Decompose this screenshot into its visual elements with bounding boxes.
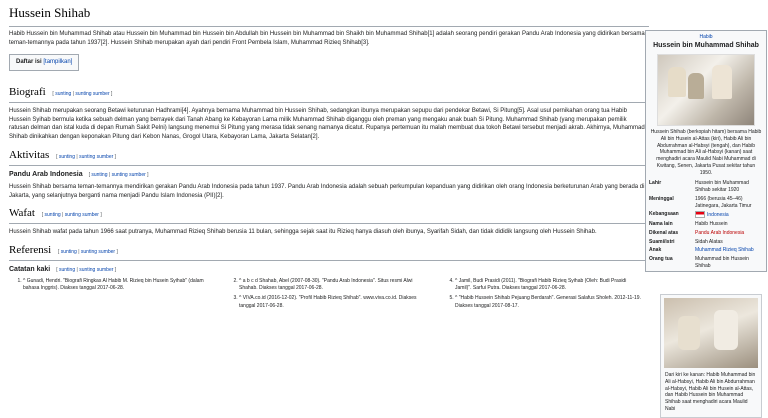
aktivitas-paragraph: Hussein Shihab bersama teman-temannya me… — [9, 183, 645, 199]
infobox-name: Hussein bin Muhammad Shihab — [653, 41, 759, 49]
references-column-3: ^ Jamil, Budi Prasidi (2011). "Biografi … — [441, 278, 641, 313]
secondary-photo[interactable] — [664, 298, 758, 368]
infobox-photo[interactable] — [657, 54, 755, 127]
indonesia-flag-icon — [695, 211, 705, 219]
edit-source-link[interactable]: sunting sumber — [65, 212, 99, 218]
biografi-paragraph: Hussein Shihab merupakan seorang Betawi … — [9, 108, 645, 141]
infobox-row: Nama lain Habib Hussein — [649, 221, 728, 228]
edit-links: [ sunting | sunting sumber ] — [56, 153, 117, 160]
lead-paragraph: Habib Hussein bin Muhammad Shihab atau H… — [9, 31, 645, 46]
page-title: Hussein Shihab — [9, 4, 649, 27]
infobox-caption: Hussein Shihab (berkopiah hitam) bersama… — [650, 129, 762, 176]
edit-source-link[interactable]: sunting sumber — [75, 91, 109, 97]
edit-source-link[interactable]: sunting sumber — [81, 249, 115, 255]
infobox-row: Suami/istri Sidah Alatas — [649, 238, 723, 245]
subheading-text: Catatan kaki — [9, 265, 51, 273]
edit-links: [ sunting | sunting sumber ] — [41, 212, 102, 219]
edit-link[interactable]: sunting — [55, 91, 71, 97]
section-heading-wafat: Wafat [ sunting | sunting sumber ] — [9, 206, 645, 225]
edit-link[interactable]: sunting — [45, 212, 61, 218]
references-column-2: ^ a b c d Shahab, Abel (2007-08-30). "Pa… — [225, 278, 425, 313]
article-content: Habib Hussein bin Muhammad Shihab atau H… — [9, 30, 645, 313]
toc-label: Daftar isi — [16, 59, 42, 66]
article-page: Hussein Shihab Habib Hussein bin Muhamma… — [0, 0, 768, 418]
edit-link[interactable]: sunting — [61, 249, 77, 255]
edit-links: [ sunting | sunting sumber ] — [56, 266, 117, 273]
heading-text: Referensi — [9, 243, 52, 256]
edit-source-link[interactable]: sunting sumber — [112, 172, 146, 178]
wafat-paragraph: Hussein Shihab wafat pada tahun 1966 saa… — [9, 229, 597, 236]
edit-source-link[interactable]: sunting sumber — [79, 154, 113, 160]
references-column-1: ^ Gunadi, Hendri. "Biografi Ringkas Al H… — [9, 278, 209, 313]
heading-text: Wafat — [9, 207, 35, 220]
infobox-row: Dikenal atas Pandu Arab Indonesia — [649, 229, 745, 236]
heading-text: Aktivitas — [9, 148, 50, 161]
subheading-text: Pandu Arab Indonesia — [9, 170, 83, 178]
infobox-row: Meninggal 1966 (berusia 45–46) Jatinegara… — [649, 195, 752, 209]
secondary-image-box: Dari kiri ke kanan: Habib Muhammad bin A… — [660, 294, 762, 418]
edit-link[interactable]: sunting — [59, 154, 75, 160]
subsection-heading-catatan: Catatan kaki [ sunting | sunting sumber … — [9, 265, 645, 275]
secondary-image-caption: Dari kiri ke kanan: Habib Muhammad bin A… — [665, 372, 756, 412]
edit-links: [ sunting | sunting sumber ] — [52, 91, 113, 98]
edit-link[interactable]: sunting — [59, 267, 75, 273]
edit-link[interactable]: sunting — [91, 172, 107, 178]
reference-item[interactable]: ^ "Habib Hussein Shihab Pejuang Berdarah… — [455, 295, 641, 310]
edit-source-link[interactable]: sunting sumber — [79, 267, 113, 273]
section-heading-referensi: Referensi [ sunting | sunting sumber ] — [9, 243, 645, 261]
section-heading-biografi: Biografi [ sunting | sunting sumber ] — [9, 85, 645, 103]
edit-links: [ sunting | sunting sumber ] — [57, 248, 118, 255]
section-heading-aktivitas: Aktivitas [ sunting | sunting sumber ] — [9, 148, 645, 166]
table-of-contents[interactable]: Daftar isi [tampilkan] — [9, 54, 80, 72]
infobox-table: Lahir Hussein bin Muhammad Shihab sekitar… — [646, 179, 766, 270]
heading-text: Biografi — [9, 86, 46, 99]
infobox-row: Orang tua Muhammad bin Hussein Shihab — [649, 256, 749, 269]
infobox-label[interactable]: Habib — [648, 34, 764, 41]
infobox-row: Lahir Hussein bin Muhammad Shihab sekitar… — [649, 180, 749, 194]
infobox: Habib Hussein bin Muhammad Shihab Hussei… — [645, 30, 767, 272]
references-list: ^ Gunadi, Hendri. "Biografi Ringkas Al H… — [9, 278, 645, 313]
reference-item[interactable]: ^ a b c d Shahab, Abel (2007-08-30). "Pa… — [239, 278, 425, 293]
edit-links: [ sunting | sunting sumber ] — [88, 171, 149, 178]
infobox-row: Anak Muhammad Rizieq Shihab — [649, 247, 754, 254]
infobox-header: Habib Hussein bin Muhammad Shihab — [646, 31, 766, 51]
subsection-heading-pandu: Pandu Arab Indonesia [ sunting | sunting… — [9, 170, 645, 180]
infobox-row: Kebangsaan Indonesia — [649, 211, 729, 219]
reference-item[interactable]: ^ Gunadi, Hendri. "Biografi Ringkas Al H… — [23, 278, 209, 293]
toc-toggle-link[interactable]: [tampilkan] — [43, 59, 72, 65]
reference-item[interactable]: ^ VIVA.co.id (2016-12-02). "Profil Habib… — [239, 295, 425, 310]
reference-item[interactable]: ^ Jamil, Budi Prasidi (2011). "Biografi … — [455, 278, 641, 293]
